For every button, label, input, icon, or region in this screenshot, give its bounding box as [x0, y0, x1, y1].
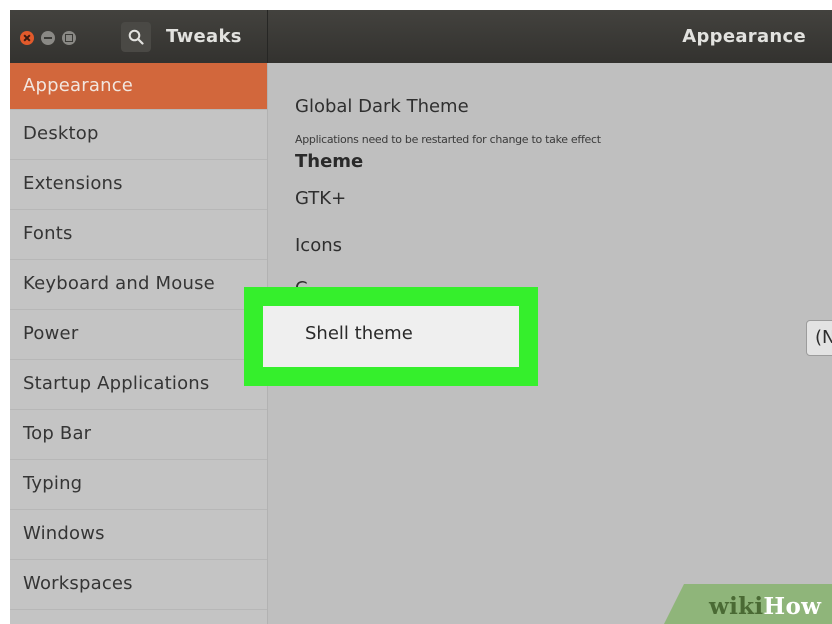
sidebar-item-typing[interactable]: Typing	[10, 460, 267, 510]
sidebar-item-desktop[interactable]: Desktop	[10, 110, 267, 160]
sidebar-item-windows[interactable]: Windows	[10, 510, 267, 560]
sidebar-item-workspaces[interactable]: Workspaces	[10, 560, 267, 610]
page-title: Appearance	[682, 26, 806, 47]
maximize-window-button[interactable]	[62, 31, 76, 45]
header-left-section: Tweaks	[10, 10, 268, 63]
sidebar-item-extensions[interactable]: Extensions	[10, 160, 267, 210]
header-bar: Tweaks Appearance	[10, 10, 832, 63]
sidebar-item-fonts[interactable]: Fonts	[10, 210, 267, 260]
sidebar-item-power[interactable]: Power	[10, 310, 267, 360]
shell-theme-select[interactable]: (None)	[806, 320, 832, 356]
gtk-theme-label: GTK+	[295, 188, 347, 209]
sidebar: Appearance Desktop Extensions Fonts Keyb…	[10, 63, 268, 624]
close-window-button[interactable]	[20, 31, 34, 45]
wikihow-watermark: wikiHow	[664, 584, 832, 624]
wikihow-logo: wikiHow	[709, 593, 822, 620]
highlight-frame: Shell theme	[244, 287, 538, 386]
restart-note: Applications need to be restarted for ch…	[295, 133, 601, 146]
app-title: Tweaks	[166, 26, 242, 47]
icons-theme-label: Icons	[295, 235, 343, 256]
global-dark-theme-label: Global Dark Theme	[295, 96, 469, 117]
theme-heading: Theme	[295, 151, 364, 172]
minimize-window-button[interactable]	[41, 31, 55, 45]
shell-theme-label: Shell theme	[305, 323, 413, 344]
sidebar-item-startup-applications[interactable]: Startup Applications	[10, 360, 267, 410]
tweaks-window: Tweaks Appearance Appearance Desktop Ext…	[10, 10, 832, 624]
sidebar-item-top-bar[interactable]: Top Bar	[10, 410, 267, 460]
search-button[interactable]	[121, 22, 151, 52]
search-icon	[128, 29, 144, 45]
shell-theme-row[interactable]: Shell theme	[263, 306, 519, 367]
sidebar-item-keyboard-and-mouse[interactable]: Keyboard and Mouse	[10, 260, 267, 310]
sidebar-item-appearance[interactable]: Appearance	[10, 63, 267, 110]
